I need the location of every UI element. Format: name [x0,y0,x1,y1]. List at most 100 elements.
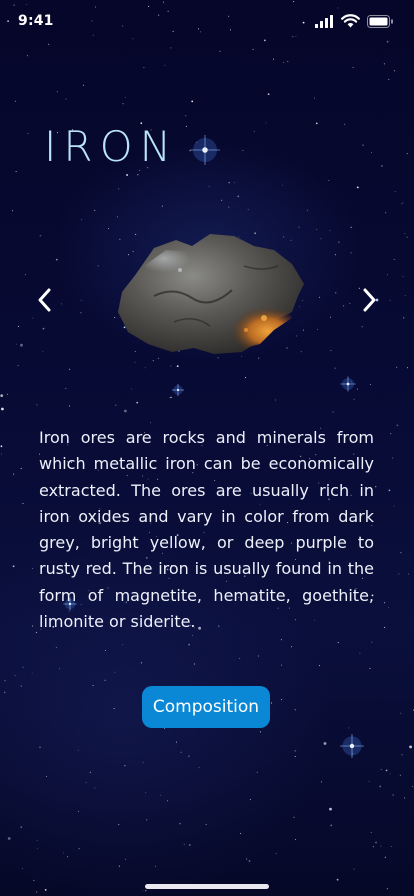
star [314,97,315,99]
star [352,67,354,69]
bright-star [190,135,220,165]
star [348,727,350,729]
wifi-icon [341,14,360,28]
star [37,847,39,849]
star [388,489,391,492]
star [352,753,354,755]
star [275,853,277,854]
star [35,631,37,633]
star [335,292,337,294]
star [31,672,33,674]
star [198,766,200,768]
star [318,296,320,298]
star [281,699,282,701]
star [329,230,331,231]
star [176,365,179,368]
star [394,70,396,72]
star [273,58,274,60]
star [271,702,272,704]
star [137,174,139,176]
star [142,762,144,764]
star [36,891,38,893]
star [350,252,352,254]
star [22,666,24,668]
star [350,226,352,228]
composition-button[interactable]: Composition [142,686,270,728]
star [287,60,289,62]
star [0,445,3,448]
home-indicator [145,884,269,889]
star [78,810,79,812]
star [94,209,96,211]
star [26,55,28,57]
star [33,879,35,881]
star [115,404,117,406]
star [393,505,395,507]
status-bar: 9:41 [0,0,414,44]
star [63,852,64,854]
star [36,840,38,842]
star [362,144,364,146]
bright-star [172,384,184,396]
star [406,236,408,238]
star [407,367,408,369]
star [94,787,96,789]
star [247,209,249,211]
star [242,150,244,151]
star [78,848,80,850]
star [356,388,358,390]
star [386,274,388,276]
star [383,602,385,604]
star [188,755,190,757]
star [282,184,283,186]
star [39,746,41,749]
star [316,329,318,330]
star [246,858,248,860]
star [169,397,171,399]
battery-icon [367,14,393,28]
star [6,393,8,395]
star [56,91,58,93]
star [234,182,236,184]
star [180,751,182,753]
star [256,771,258,773]
star [318,665,320,667]
star [85,782,87,784]
bright-star [340,376,356,392]
star [145,890,147,892]
star [371,641,373,643]
star [65,388,67,389]
star [46,776,48,777]
star [175,741,177,743]
star [291,646,293,648]
star [166,800,168,802]
star [245,377,246,379]
star [406,153,408,155]
star [260,731,261,733]
star [330,350,332,352]
star [329,807,332,811]
star [401,754,403,756]
chevron-left-icon[interactable] [32,286,58,314]
star [334,254,336,256]
star [323,742,327,745]
star [104,679,106,681]
iron-ore-rock-image [118,234,304,354]
star [392,794,394,796]
star [380,845,382,847]
star [267,93,270,96]
star [80,312,82,314]
star [344,123,346,125]
star [146,819,148,821]
star [239,657,241,659]
chevron-right-icon[interactable] [356,286,382,314]
star [105,650,106,651]
star [379,785,382,788]
star [36,404,38,406]
star [116,216,118,218]
star [124,765,126,767]
star [125,858,127,860]
star [228,206,230,208]
star [320,238,322,240]
star [179,823,181,825]
